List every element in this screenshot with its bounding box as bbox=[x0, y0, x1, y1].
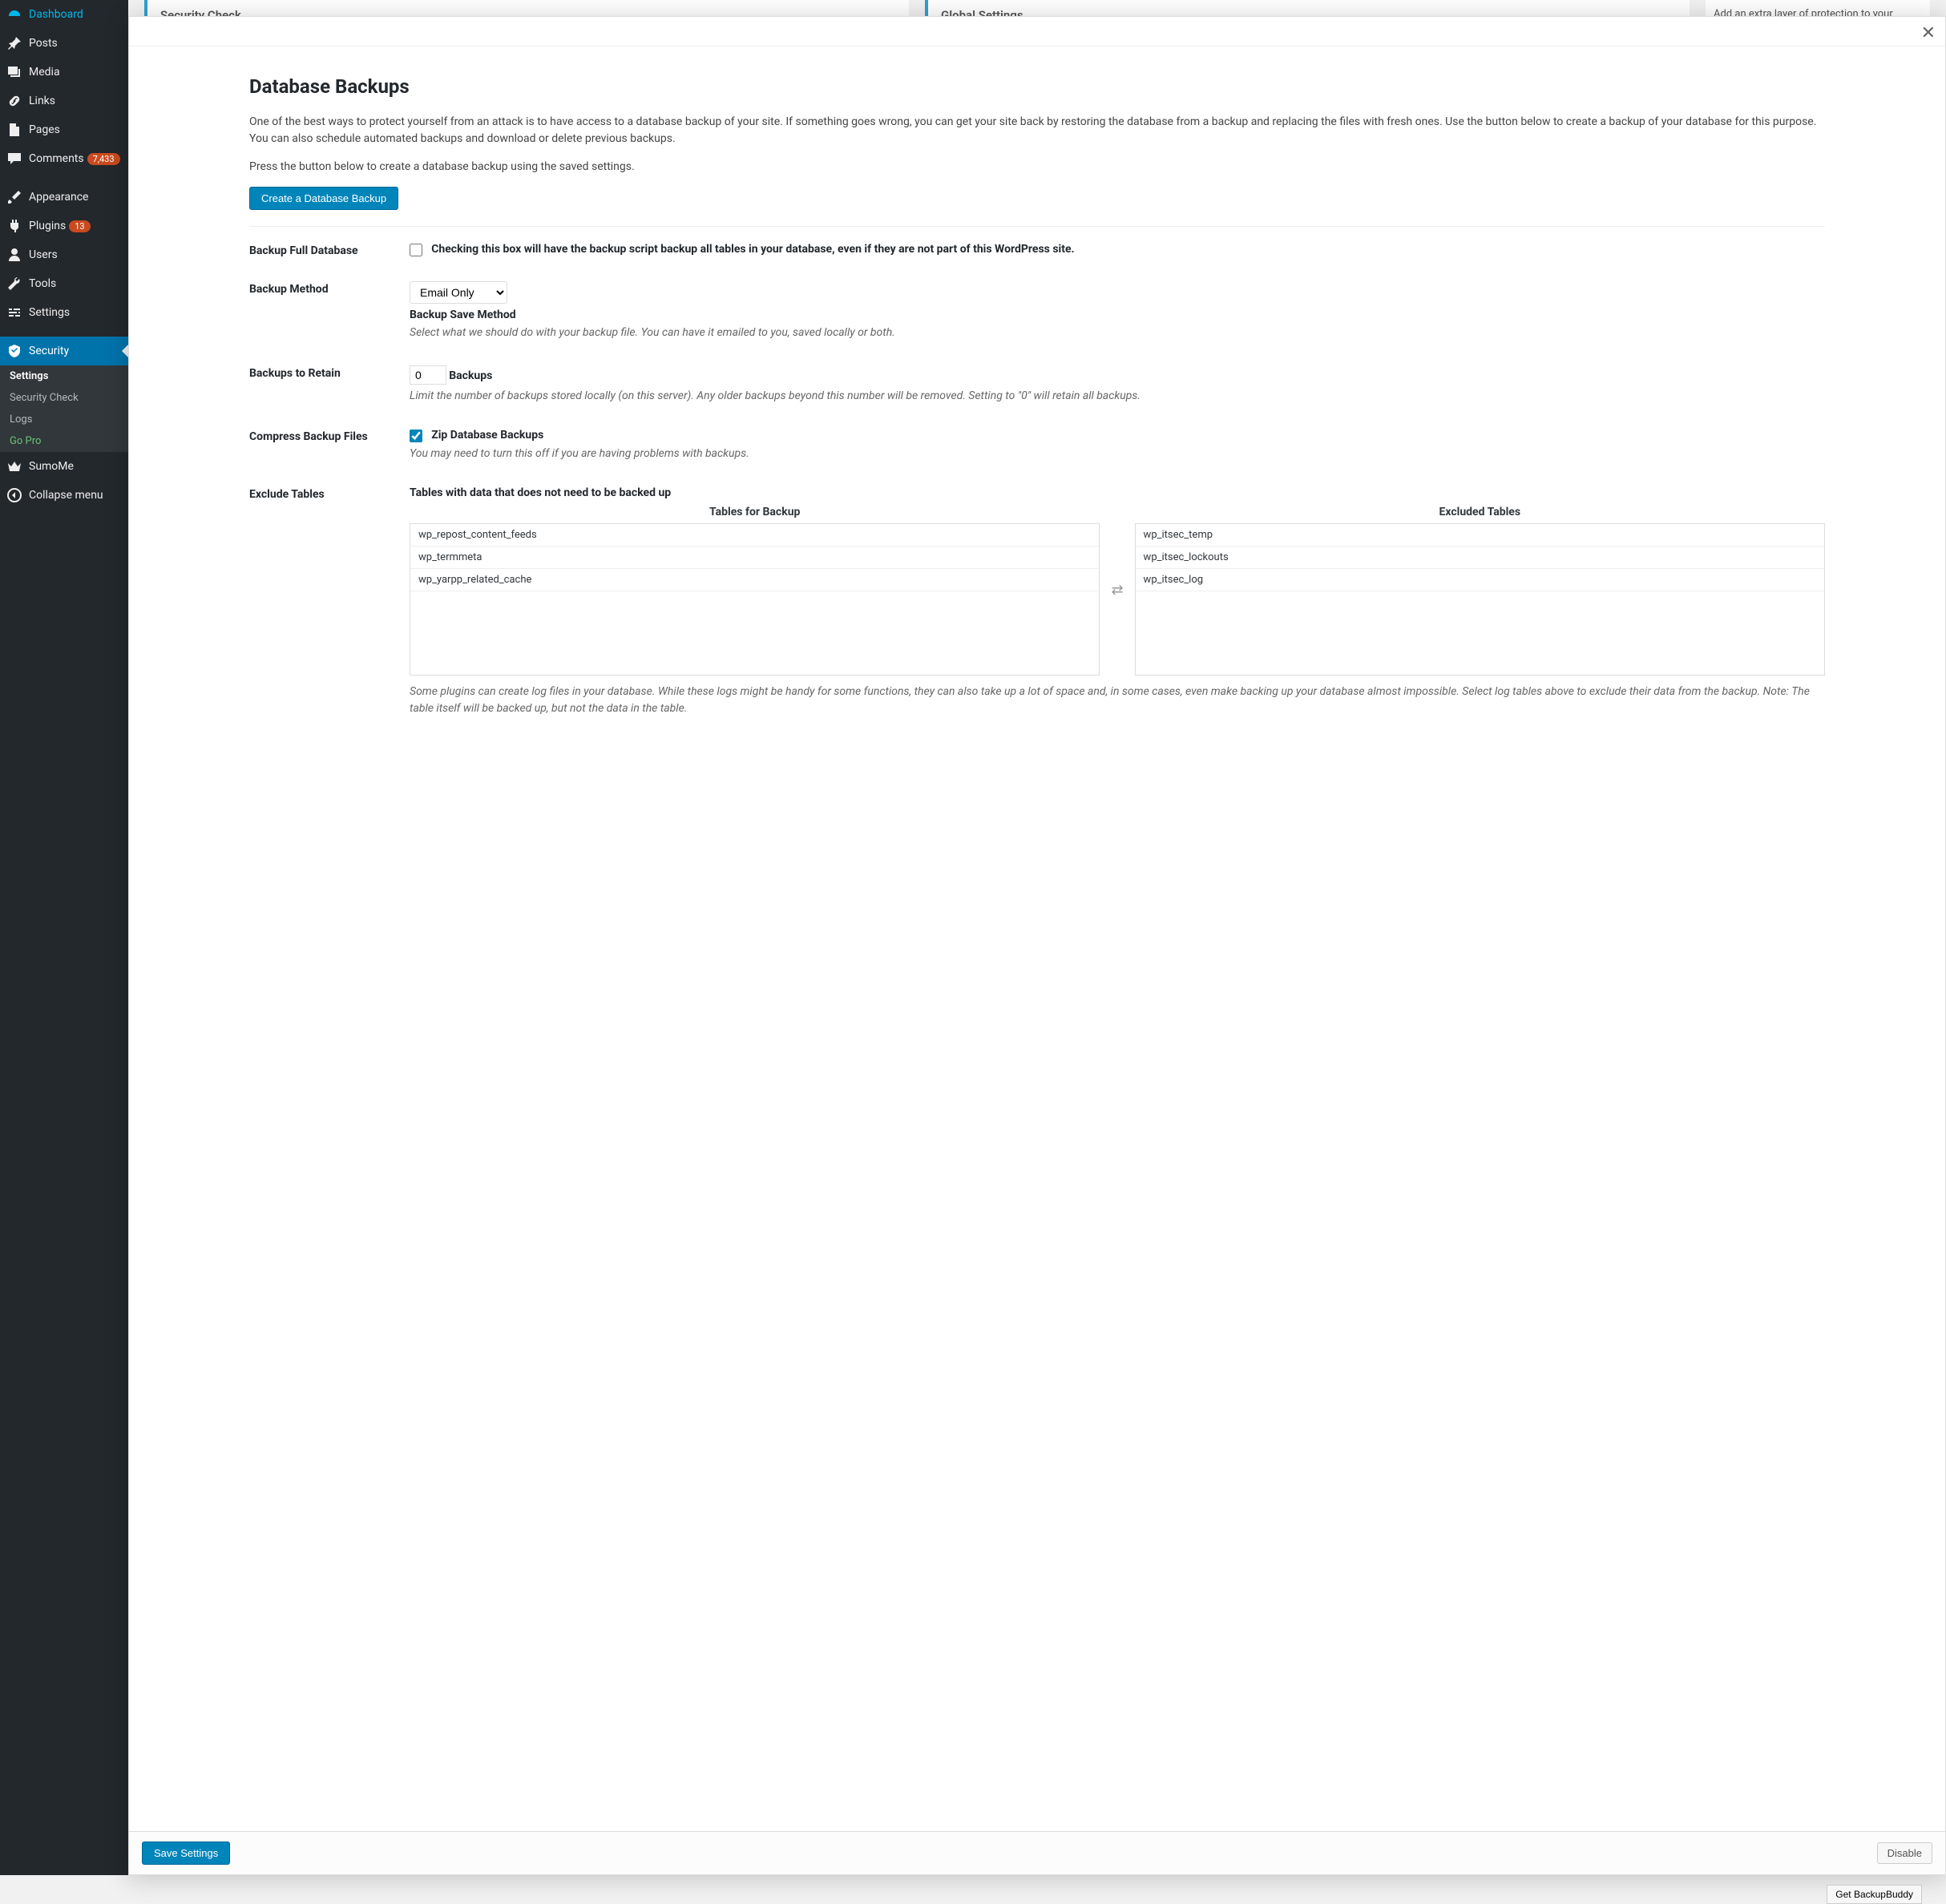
sidebar-item-label: Posts bbox=[29, 37, 58, 50]
sidebar-item-tools[interactable]: Tools bbox=[0, 269, 128, 298]
modal-intro2: Press the button below to create a datab… bbox=[249, 159, 1825, 175]
label-backup-method: Backup Method bbox=[249, 281, 410, 341]
sidebar-item-settings[interactable]: Settings bbox=[0, 298, 128, 327]
label-backups-retain: Backups to Retain bbox=[249, 365, 410, 405]
badge: 13 bbox=[69, 220, 90, 232]
col-header-excluded: Excluded Tables bbox=[1135, 506, 1825, 518]
swap-icon[interactable]: ⇄ bbox=[1111, 582, 1123, 599]
sidebar-item-posts[interactable]: Posts bbox=[0, 29, 128, 58]
sidebar-item-label: Pages bbox=[29, 123, 60, 136]
sidebar-item-label: Comments bbox=[29, 152, 84, 165]
comment-icon bbox=[6, 151, 22, 167]
tables-for-backup-list[interactable]: wp_repost_content_feedswp_termmetawp_yar… bbox=[410, 523, 1100, 676]
label-compress: Compress Backup Files bbox=[249, 429, 410, 462]
modal-footer: Save Settings Disable bbox=[129, 1831, 1945, 1874]
brush-icon bbox=[6, 189, 22, 205]
table-row[interactable]: wp_itsec_lockouts bbox=[1136, 547, 1824, 569]
sidebar-item-pages[interactable]: Pages bbox=[0, 115, 128, 144]
sub-item-logs[interactable]: Logs bbox=[0, 409, 128, 430]
sidebar-item-collapse-menu[interactable]: Collapse menu bbox=[0, 481, 128, 510]
table-row[interactable]: wp_repost_content_feeds bbox=[410, 524, 1099, 547]
sidebar-item-dashboard[interactable]: Dashboard bbox=[0, 0, 128, 29]
collapse-icon bbox=[6, 487, 22, 503]
sidebar-item-label: Media bbox=[29, 66, 60, 79]
help-backups-retain: Limit the number of backups stored local… bbox=[410, 388, 1825, 405]
help-backup-method: Select what we should do with your backu… bbox=[410, 325, 1825, 341]
sidebar-item-label: Users bbox=[29, 248, 58, 261]
help-compress: You may need to turn this off if you are… bbox=[410, 446, 1825, 462]
sidebar-item-sumome[interactable]: SumoMe bbox=[0, 452, 128, 481]
get-backupbuddy-button[interactable]: Get BackupBuddy bbox=[1827, 1885, 1922, 1904]
col-header-backup: Tables for Backup bbox=[410, 506, 1100, 518]
dashboard-icon bbox=[6, 6, 22, 22]
sliders-icon bbox=[6, 305, 22, 321]
table-row[interactable]: wp_yarpp_related_cache bbox=[410, 569, 1099, 591]
sidebar-item-media[interactable]: Media bbox=[0, 58, 128, 87]
select-backup-method[interactable]: Email Only bbox=[410, 281, 507, 304]
disable-button[interactable]: Disable bbox=[1877, 1842, 1932, 1864]
sidebar-item-comments[interactable]: Comments7,433 bbox=[0, 144, 128, 173]
help-exclude: Some plugins can create log files in you… bbox=[410, 684, 1825, 717]
sidebar-item-label: Settings bbox=[29, 306, 70, 319]
link-icon bbox=[6, 93, 22, 109]
create-backup-button[interactable]: Create a Database Backup bbox=[249, 187, 398, 210]
plugin-icon bbox=[6, 218, 22, 234]
sidebar-item-label: Links bbox=[29, 95, 55, 107]
settings-modal: ✕ Database Backups One of the best ways … bbox=[128, 16, 1946, 1875]
bg-bottom: Get BackupBuddy bbox=[1827, 1885, 1922, 1904]
wrench-icon bbox=[6, 276, 22, 292]
caption-backup-method: Backup Save Method bbox=[410, 309, 1825, 321]
sidebar-item-security[interactable]: Security bbox=[0, 337, 128, 365]
badge: 7,433 bbox=[87, 153, 120, 165]
sidebar-item-users[interactable]: Users bbox=[0, 240, 128, 269]
suffix-backups: Backups bbox=[449, 369, 492, 382]
sidebar-item-label: Dashboard bbox=[29, 8, 83, 21]
sidebar-item-appearance[interactable]: Appearance bbox=[0, 183, 128, 212]
sidebar-item-label: SumoMe bbox=[29, 460, 74, 473]
table-row[interactable]: wp_itsec_log bbox=[1136, 569, 1824, 591]
pin-icon bbox=[6, 35, 22, 51]
checkbox-compress[interactable]: Zip Database Backups bbox=[410, 430, 543, 442]
modal-title: Database Backups bbox=[249, 75, 1825, 98]
save-settings-button[interactable]: Save Settings bbox=[142, 1841, 230, 1865]
sidebar-item-label: Security bbox=[29, 345, 69, 357]
modal-intro: One of the best ways to protect yourself… bbox=[249, 114, 1825, 147]
page-icon bbox=[6, 122, 22, 138]
label-backup-full: Backup Full Database bbox=[249, 243, 410, 257]
main-content: Security Check Global Settings Add an ex… bbox=[128, 0, 1946, 1875]
sub-item-go-pro[interactable]: Go Pro bbox=[0, 430, 128, 452]
sidebar-item-label: Collapse menu bbox=[29, 489, 103, 502]
close-icon[interactable]: ✕ bbox=[1921, 23, 1936, 43]
table-row[interactable]: wp_itsec_temp bbox=[1136, 524, 1824, 547]
sidebar-item-links[interactable]: Links bbox=[0, 87, 128, 115]
input-backups-retain[interactable] bbox=[410, 365, 446, 385]
user-icon bbox=[6, 247, 22, 263]
sidebar-item-plugins[interactable]: Plugins13 bbox=[0, 212, 128, 240]
checkbox-backup-full[interactable]: Checking this box will have the backup s… bbox=[410, 244, 1075, 256]
sidebar-item-label: Tools bbox=[29, 277, 56, 290]
sub-item-settings[interactable]: Settings bbox=[0, 365, 128, 387]
admin-sidebar: Dashboard Posts Media Links Pages Comments7,4… bbox=[0, 0, 128, 1875]
caption-exclude: Tables with data that does not need to b… bbox=[410, 486, 671, 499]
excluded-tables-list[interactable]: wp_itsec_tempwp_itsec_lockoutswp_itsec_l… bbox=[1135, 523, 1825, 676]
shield-icon bbox=[6, 343, 22, 359]
sidebar-item-label: Appearance bbox=[29, 191, 88, 204]
sidebar-item-label: Plugins bbox=[29, 220, 66, 232]
media-icon bbox=[6, 64, 22, 80]
crown-icon bbox=[6, 458, 22, 474]
label-exclude: Exclude Tables bbox=[249, 486, 410, 717]
table-row[interactable]: wp_termmeta bbox=[410, 547, 1099, 569]
sub-item-security-check[interactable]: Security Check bbox=[0, 387, 128, 409]
